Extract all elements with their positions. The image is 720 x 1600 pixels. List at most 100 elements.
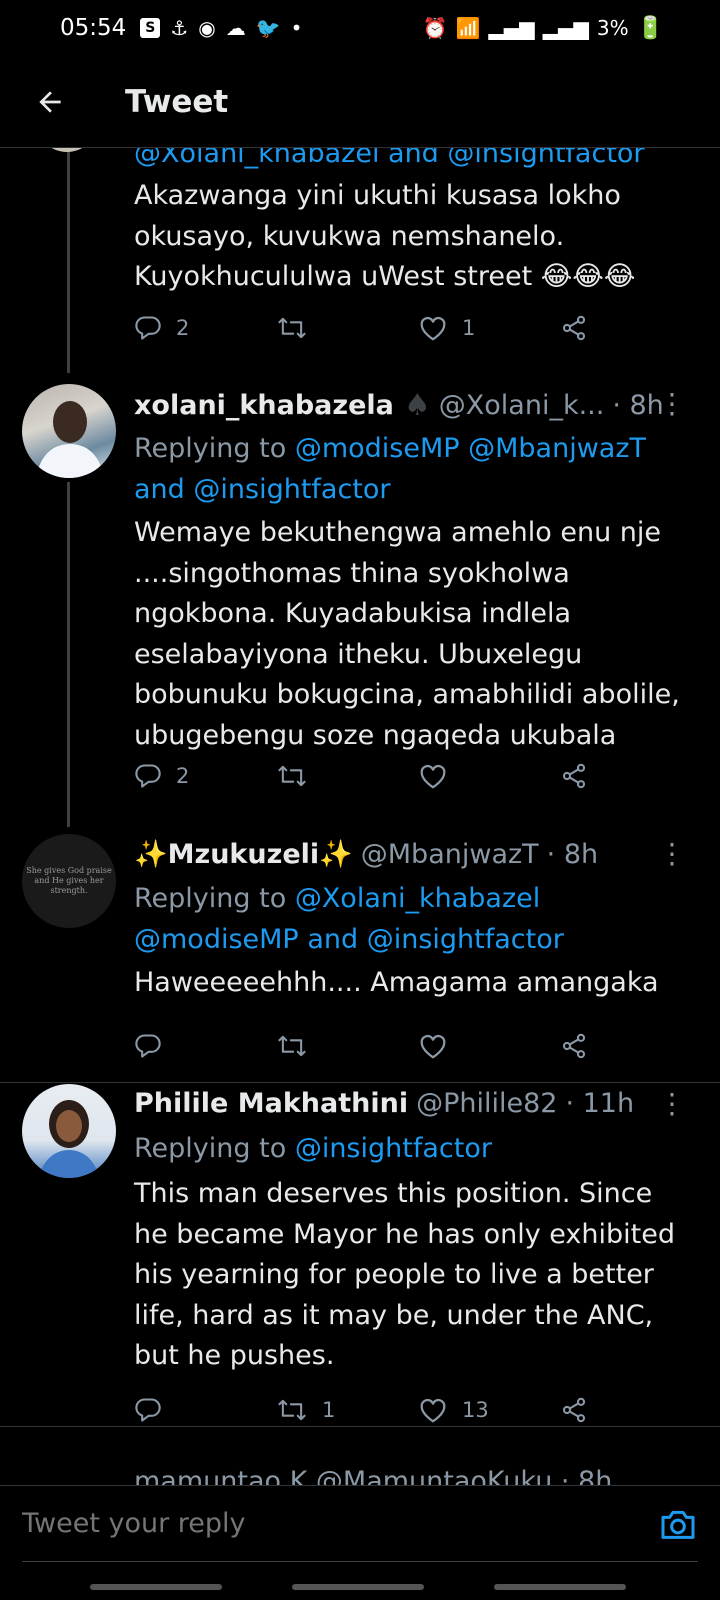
author-handle[interactable]: @Xolani_k... (439, 390, 605, 421)
reply-to-line[interactable]: @Xolani_khabazel and @insightfactor (134, 148, 690, 175)
status-bar: 05:54 S ⚓ ◉ ☁ 🐦 • ⏰ 📶 ▂▄▆ ▂▄▆ 3% 🔋 (0, 0, 720, 56)
wifi-icon: 📶 (455, 16, 481, 40)
retweet-button[interactable] (276, 308, 322, 348)
retweet-icon (278, 317, 306, 339)
author-handle[interactable]: @Philile82 (416, 1088, 557, 1119)
tweet-text: Akazwanga yini ukuthi kusasa lokho okusa… (134, 180, 636, 292)
reply-button[interactable]: 2 (134, 308, 189, 348)
signal-icon: ▂▄▆ (488, 16, 535, 40)
tweet[interactable]: xolani_khabazela ♠ @Xolani_k... · 8h ⋮ R… (0, 378, 720, 818)
tweet-actions: 1 13 (134, 1390, 614, 1430)
battery-level: 3% (596, 16, 629, 40)
share-icon (562, 1397, 586, 1423)
reply-button[interactable] (134, 1390, 176, 1430)
avatar[interactable] (22, 1084, 116, 1178)
reply-feed[interactable]: @Xolani_khabazel and @insightfactor Akaz… (0, 148, 720, 1485)
tweet-time: · 11h (565, 1088, 635, 1119)
reply-input[interactable] (22, 1508, 622, 1539)
signal-icon-2: ▂▄▆ (542, 16, 589, 40)
replying-label: Replying to (134, 883, 287, 914)
share-icon (562, 315, 586, 341)
camera-button[interactable] (658, 1504, 698, 1544)
partial-tweet-text: mamuntao K @MamuntaoKuku · 8h (134, 1466, 613, 1485)
more-options-icon[interactable]: ⋮ (658, 840, 686, 868)
reply-icon (135, 1034, 161, 1058)
like-button[interactable]: 1 (418, 308, 475, 348)
author-name[interactable]: ✨Mzukuzeli✨ (134, 838, 353, 870)
messenger-icon: ◉ (198, 16, 216, 40)
heart-icon (420, 764, 446, 789)
tweet-actions: 2 (134, 756, 614, 796)
retweet-count: 1 (322, 1398, 336, 1422)
share-button[interactable] (560, 1026, 588, 1066)
reply-to-line: Replying to @Xolani_khabazel @modiseMP a… (134, 879, 690, 960)
author-name[interactable]: Philile Makhathini (134, 1088, 408, 1119)
retweet-icon (278, 1399, 306, 1421)
author-handle[interactable]: @MbanjwazT (361, 839, 539, 870)
retweet-button[interactable]: 1 (276, 1390, 335, 1430)
reply-to-and: and (307, 923, 359, 955)
back-button[interactable] (0, 56, 100, 148)
replying-label: Replying to (134, 1133, 287, 1164)
next-tweet-header-partial[interactable]: mamuntao K @MamuntaoKuku · 8h (134, 1466, 700, 1485)
tweet[interactable]: Philile Makhathini @Philile82 · 11h ⋮ Re… (0, 1078, 720, 1423)
tweet-header: ✨Mzukuzeli✨ @MbanjwazT · 8h (134, 838, 700, 871)
battery-icon: 🔋 (636, 15, 664, 41)
tweet[interactable]: She gives God praise and He gives her st… (0, 828, 720, 1060)
replying-label: Replying to (134, 433, 287, 464)
heart-icon (420, 316, 446, 341)
app-header: Tweet (0, 56, 720, 148)
like-count: 1 (462, 316, 476, 340)
reply-icon (135, 316, 161, 340)
share-button[interactable] (560, 308, 588, 348)
share-button[interactable] (560, 1390, 588, 1430)
reply-to-mention[interactable]: @Xolani_khabazel (295, 883, 540, 914)
reply-button[interactable] (134, 1026, 176, 1066)
like-button[interactable]: 13 (418, 1390, 489, 1430)
back-arrow-icon (39, 90, 61, 113)
retweet-button[interactable] (276, 756, 322, 796)
heart-icon (420, 1398, 446, 1423)
retweet-icon (278, 1035, 306, 1057)
avatar[interactable]: She gives God praise and He gives her st… (22, 834, 116, 928)
camera-icon (661, 1510, 695, 1539)
like-button[interactable] (418, 756, 462, 796)
divider (0, 1426, 720, 1427)
page-title: Tweet (125, 83, 229, 120)
avatar[interactable] (22, 384, 116, 478)
reply-to-mention[interactable]: @insightfactor (295, 1133, 492, 1164)
share-button[interactable] (560, 756, 588, 796)
twitter-bird-icon: 🐦 (255, 16, 281, 40)
reply-to-mentions[interactable]: @modiseMP @MbanjwazT (295, 433, 646, 464)
reply-button[interactable]: 2 (134, 756, 189, 796)
notification-icons: S ⚓ ◉ ☁ 🐦 • (140, 16, 302, 40)
reply-to-mention[interactable]: @insightfactor (367, 924, 564, 955)
reply-to-mention[interactable]: @insightfactor (193, 474, 390, 505)
author-name[interactable]: xolani_khabazela (134, 390, 394, 421)
tweet-time: · 8h (546, 838, 599, 870)
tweet-header: xolani_khabazela ♠ @Xolani_k... · 8h (134, 388, 700, 423)
avatar-text: She gives God praise and He gives her st… (26, 866, 112, 895)
reply-to-line: Replying to @modiseMP @MbanjwazT and @in… (134, 429, 690, 510)
reply-count: 2 (176, 764, 190, 788)
reply-to-mention[interactable]: @modiseMP (134, 924, 299, 955)
reply-to-and: and (134, 473, 185, 505)
avatar-photo (36, 401, 104, 478)
tweet-header: Philile Makhathini @Philile82 · 11h (134, 1088, 700, 1119)
retweet-button[interactable] (276, 1026, 322, 1066)
status-time: 05:54 (60, 15, 127, 41)
more-options-icon[interactable]: ⋮ (658, 390, 686, 418)
avatar[interactable] (36, 148, 98, 152)
tweet-actions (134, 1026, 614, 1066)
like-button[interactable] (418, 1026, 462, 1066)
reply-icon (135, 764, 161, 788)
tweet[interactable]: @Xolani_khabazel and @insightfactor Akaz… (0, 148, 720, 372)
heart-icon (420, 1034, 446, 1059)
like-count: 13 (462, 1398, 489, 1422)
s-app-icon: S (140, 18, 161, 38)
avatar-photo (38, 1100, 100, 1178)
alarm-icon: ⏰ (422, 16, 448, 40)
share-icon (562, 1033, 586, 1059)
share-icon (562, 763, 586, 789)
more-options-icon[interactable]: ⋮ (658, 1090, 686, 1118)
